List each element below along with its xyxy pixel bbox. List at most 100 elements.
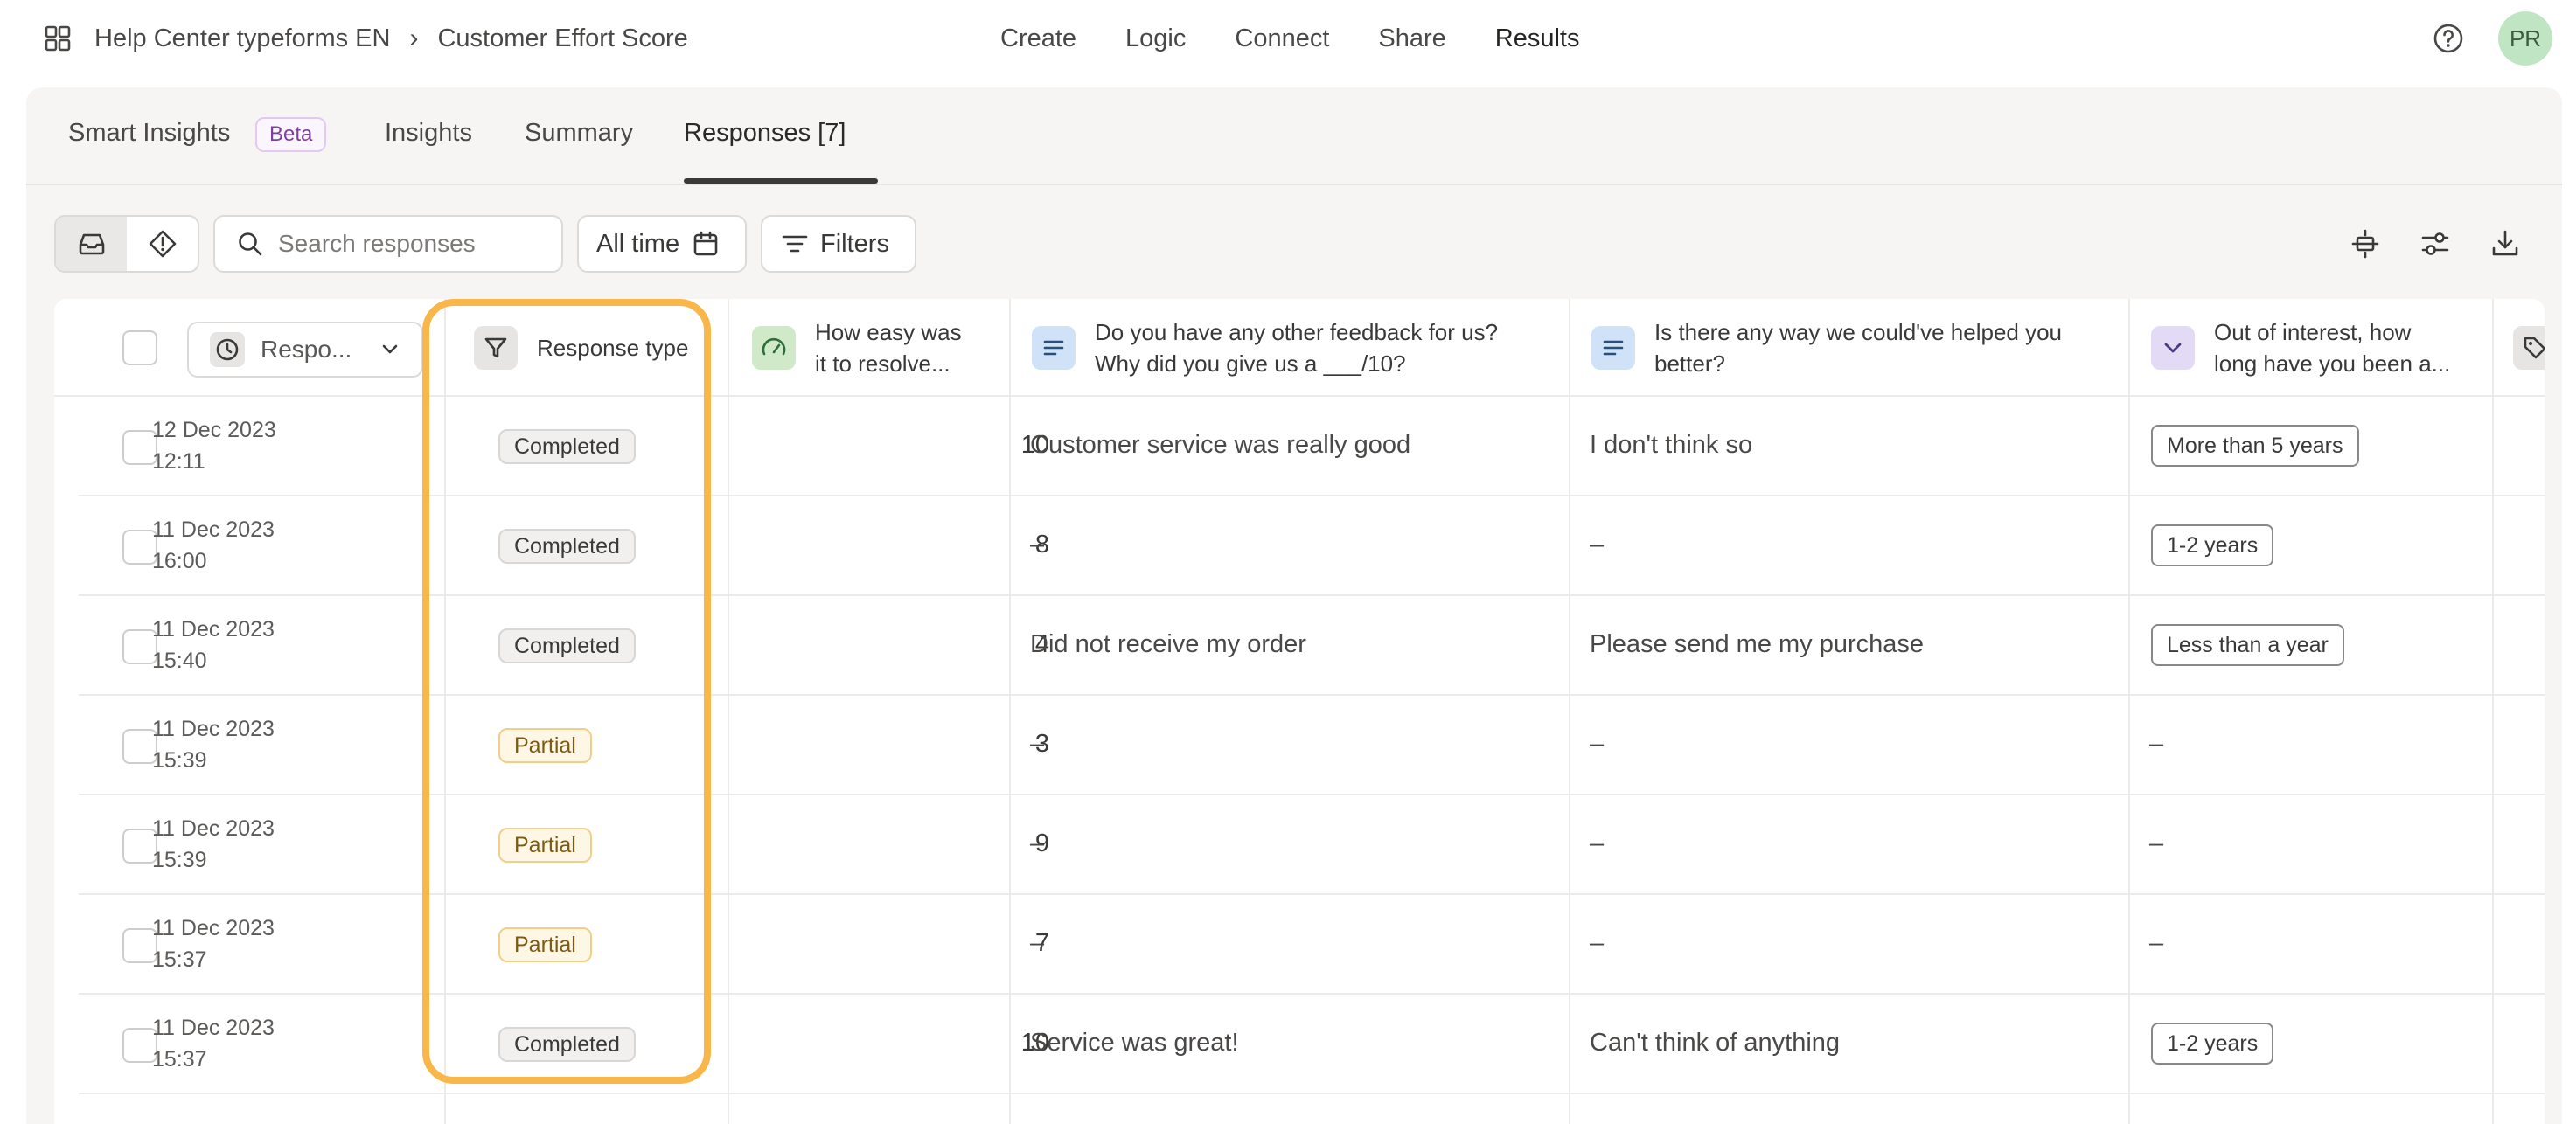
date-filter-button[interactable]: All time — [577, 215, 747, 273]
download-icon — [2492, 230, 2518, 256]
view-toggle — [54, 215, 199, 273]
submitted-at-column-dropdown[interactable]: Respo... — [187, 322, 423, 378]
settings-sliders-icon — [2421, 232, 2449, 255]
submitted-at-cell: 11 Dec 2023 15:37 — [152, 912, 275, 975]
workspace-grid-icon[interactable] — [44, 24, 72, 52]
tenure-choice-pill: Less than a year — [2151, 624, 2344, 666]
long-text-icon — [1591, 326, 1635, 370]
breadcrumb: Help Center typeforms EN › Customer Effo… — [44, 21, 688, 56]
help-icon[interactable] — [2431, 21, 2466, 56]
tenure-cell: – — [2149, 730, 2164, 758]
alert-diamond-icon — [149, 230, 176, 258]
main-nav: Create Logic Connect Share Results — [1000, 21, 1628, 56]
select-all-checkbox[interactable] — [122, 330, 157, 365]
submitted-time: 15:39 — [152, 748, 207, 773]
tags-column-header[interactable] — [2513, 325, 2545, 371]
feedback-cell: – — [1030, 829, 1045, 857]
table-row[interactable]: 11 Dec 2023 15:39 Partial 9 – – – — [79, 795, 2545, 895]
ease-score-cell: 10 — [1020, 1029, 1049, 1057]
beta-badge: Beta — [255, 117, 327, 152]
gauge-icon — [752, 326, 796, 370]
table-row[interactable]: 11 Dec 2023 15:37 Partial 7 – – – — [79, 895, 2545, 995]
response-type-column-header[interactable]: Response type — [474, 325, 688, 371]
breadcrumb-form-title[interactable]: Customer Effort Score — [437, 24, 687, 53]
active-tab-indicator — [684, 178, 878, 184]
feedback-cell: Service was great! — [1030, 1029, 1239, 1057]
nav-logic[interactable]: Logic — [1125, 24, 1186, 53]
breadcrumb-workspace[interactable]: Help Center typeforms EN — [94, 24, 390, 53]
submitted-at-cell: 11 Dec 2023 15:39 — [152, 713, 275, 776]
breadcrumb-separator: › — [409, 24, 419, 52]
response-type-column-title: Response type — [537, 335, 689, 361]
help-better-cell: – — [1590, 531, 1605, 559]
submitted-time: 15:37 — [152, 947, 207, 972]
tab-smart-insights[interactable]: Smart Insights — [68, 119, 230, 148]
row-density-button[interactable] — [2347, 225, 2384, 262]
submitted-time: 15:40 — [152, 649, 207, 673]
inbox-view-button[interactable] — [56, 217, 127, 271]
help-better-cell: Please send me my purchase — [1590, 630, 1925, 658]
table-row[interactable]: 11 Dec 2023 15:40 Completed 4 Did not re… — [79, 596, 2545, 696]
ease-score-cell: 8 — [1034, 531, 1049, 559]
tab-summary[interactable]: Summary — [525, 119, 633, 148]
submitted-at-cell: 11 Dec 2023 15:40 — [152, 614, 275, 676]
question-feedback-title-line2: Why did you give us a ___/10? — [1095, 350, 1406, 377]
tab-insights[interactable]: Insights — [385, 119, 472, 148]
submitted-date: 11 Dec 2023 — [152, 1016, 275, 1040]
nav-create[interactable]: Create — [1000, 24, 1076, 53]
tab-responses[interactable]: Responses [7] — [684, 119, 846, 148]
submitted-date: 11 Dec 2023 — [152, 517, 275, 542]
filters-label: Filters — [820, 229, 889, 258]
tenure-choice-pill: More than 5 years — [2151, 425, 2359, 467]
nav-results[interactable]: Results — [1495, 24, 1580, 53]
nav-share[interactable]: Share — [1378, 24, 1445, 53]
feedback-cell: – — [1030, 531, 1045, 559]
feedback-cell: – — [1030, 929, 1045, 957]
question-help-better-column-header[interactable]: Is there any way we could've helped you … — [1591, 316, 2062, 379]
table-row[interactable]: 11 Dec 2023 15:39 Partial 3 – – – — [79, 696, 2545, 795]
ease-score-cell: 7 — [1034, 929, 1049, 957]
top-navigation-bar: Help Center typeforms EN › Customer Effo… — [0, 0, 2576, 80]
submitted-time: 12:11 — [152, 449, 205, 474]
download-button[interactable] — [2487, 225, 2524, 262]
question-feedback-column-header[interactable]: Do you have any other feedback for us? W… — [1032, 316, 1498, 379]
filters-button[interactable]: Filters — [761, 215, 916, 273]
question-tenure-title-line2: long have you been a... — [2214, 350, 2451, 377]
table-row[interactable]: 11 Dec 2023 16:00 Completed 8 – – 1-2 ye… — [79, 496, 2545, 596]
submitted-at-cell: 12 Dec 2023 12:11 — [152, 414, 276, 477]
table-row[interactable]: 12 Dec 2023 12:11 Completed 10 Customer … — [79, 397, 2545, 496]
question-ease-column-header[interactable]: How easy was it to resolve... — [752, 316, 962, 379]
date-filter-label: All time — [596, 229, 680, 258]
long-text-icon — [1032, 326, 1076, 370]
inbox-icon — [79, 233, 104, 255]
ease-score-cell: 4 — [1034, 630, 1049, 658]
ease-score-cell: 9 — [1034, 829, 1049, 857]
tenure-cell: – — [2149, 829, 2164, 857]
nav-connect[interactable]: Connect — [1235, 24, 1329, 53]
clock-icon — [210, 332, 245, 367]
submitted-at-cell: 11 Dec 2023 15:39 — [152, 813, 275, 876]
question-tenure-title-line1: Out of interest, how — [2214, 319, 2412, 345]
tenure-cell: – — [2149, 929, 2164, 957]
submitted-date: 11 Dec 2023 — [152, 816, 275, 841]
results-panel: Smart Insights Beta Insights Summary Res… — [26, 87, 2562, 1124]
flagged-view-button[interactable] — [127, 217, 198, 271]
help-better-cell: Can't think of anything — [1590, 1029, 1841, 1057]
ease-score-cell: 3 — [1034, 730, 1049, 758]
chevron-down-icon — [382, 344, 398, 354]
calendar-icon — [693, 231, 718, 256]
submitted-date: 11 Dec 2023 — [152, 617, 275, 642]
feedback-cell: Did not receive my order — [1030, 630, 1306, 658]
help-better-cell: – — [1590, 829, 1605, 857]
results-tabs: Smart Insights Beta Insights Summary Res… — [26, 87, 2562, 185]
table-row[interactable]: 11 Dec 2023 15:37 Completed 10 Service w… — [79, 995, 2545, 1094]
column-settings-button[interactable] — [2417, 225, 2454, 262]
user-avatar[interactable]: PR — [2498, 11, 2552, 66]
question-help-better-title-line1: Is there any way we could've helped you — [1654, 319, 2063, 345]
dropdown-question-icon — [2151, 326, 2195, 370]
ease-score-cell: 10 — [1020, 431, 1049, 459]
help-better-cell: – — [1590, 730, 1605, 758]
help-better-cell: – — [1590, 929, 1605, 957]
search-input[interactable] — [278, 230, 540, 258]
question-tenure-column-header[interactable]: Out of interest, how long have you been … — [2151, 316, 2450, 379]
